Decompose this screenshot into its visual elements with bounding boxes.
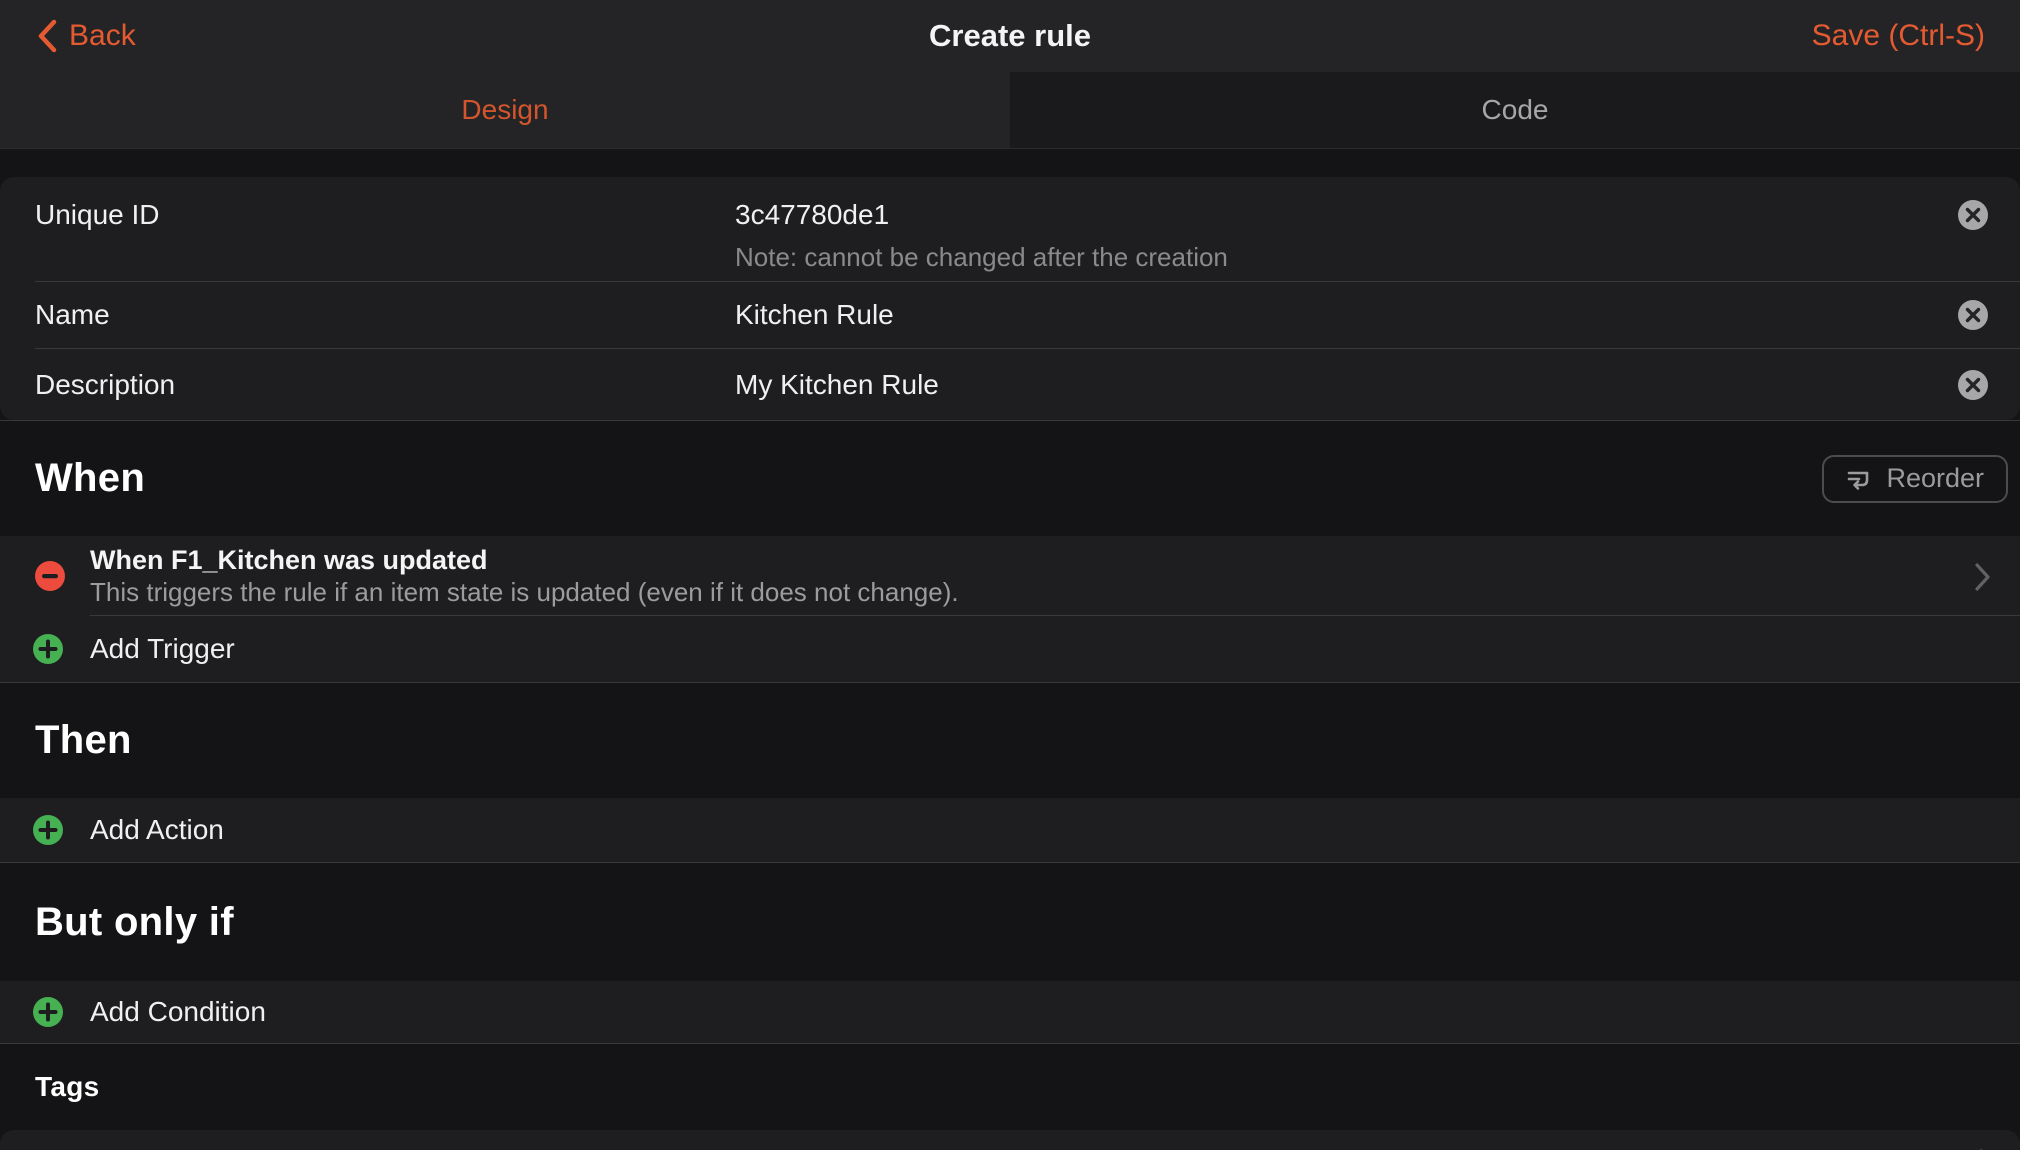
tab-code[interactable]: Code xyxy=(1010,72,2020,148)
semantic-class-label: Semantic Class xyxy=(35,1146,230,1150)
but-only-if-title: But only if xyxy=(35,900,234,945)
plus-circle-icon xyxy=(33,634,63,664)
when-title: When xyxy=(35,456,145,501)
add-action-label: Add Action xyxy=(90,814,224,846)
tabbar: Design Code xyxy=(0,72,2020,149)
name-label: Name xyxy=(35,299,735,331)
xmark-circle-icon[interactable] xyxy=(1958,370,1988,400)
when-section-header: When Reorder xyxy=(0,421,2020,536)
but-only-if-section-header: But only if xyxy=(0,863,2020,981)
reorder-icon xyxy=(1846,467,1872,491)
trigger-row[interactable]: When F1_Kitchen was updated This trigger… xyxy=(0,536,2020,615)
chevron-right-icon xyxy=(1974,562,1992,592)
unique-id-label: Unique ID xyxy=(35,193,735,281)
back-button[interactable]: Back xyxy=(35,19,136,53)
then-section-header: Then xyxy=(0,683,2020,798)
minus-circle-icon[interactable] xyxy=(35,561,65,591)
tab-design[interactable]: Design xyxy=(0,72,1010,148)
unique-id-row: Unique ID 3c47780de1 Note: cannot be cha… xyxy=(0,177,2020,281)
semantic-class-value: None xyxy=(1858,1146,1925,1150)
triggers-card: When F1_Kitchen was updated This trigger… xyxy=(0,536,2020,682)
save-button[interactable]: Save (Ctrl-S) xyxy=(1812,19,1985,53)
unique-id-note: Note: cannot be changed after the creati… xyxy=(735,237,1228,277)
plus-circle-icon xyxy=(33,815,63,845)
then-title: Then xyxy=(35,718,132,763)
description-row: Description My Kitchen Rule xyxy=(0,349,2020,420)
trigger-title: When F1_Kitchen was updated xyxy=(90,543,959,577)
navbar: Back Create rule Save (Ctrl-S) xyxy=(0,0,2020,72)
description-input[interactable]: My Kitchen Rule xyxy=(735,369,939,401)
name-row: Name Kitchen Rule xyxy=(0,282,2020,348)
rule-identity-card: Unique ID 3c47780de1 Note: cannot be cha… xyxy=(0,177,2020,420)
add-trigger-button[interactable]: Add Trigger xyxy=(0,616,2020,682)
trigger-description: This triggers the rule if an item state … xyxy=(90,577,959,608)
reorder-label: Reorder xyxy=(1886,463,1984,494)
actions-card: Add Action xyxy=(0,798,2020,862)
conditions-card: Add Condition xyxy=(0,981,2020,1043)
xmark-circle-icon[interactable] xyxy=(1958,300,1988,330)
name-input[interactable]: Kitchen Rule xyxy=(735,299,894,331)
plus-circle-icon xyxy=(33,997,63,1027)
back-label: Back xyxy=(69,19,136,53)
unique-id-input[interactable]: 3c47780de1 xyxy=(735,193,1228,237)
tags-title: Tags xyxy=(35,1071,99,1103)
description-label: Description xyxy=(35,369,735,401)
add-trigger-label: Add Trigger xyxy=(90,633,235,665)
chevron-left-icon xyxy=(35,19,59,53)
semantic-class-row[interactable]: Semantic Class None xyxy=(0,1130,2020,1150)
add-action-button[interactable]: Add Action xyxy=(0,798,2020,862)
page-title: Create rule xyxy=(0,18,2020,54)
reorder-button[interactable]: Reorder xyxy=(1822,455,2008,503)
tags-card: Semantic Class None xyxy=(0,1130,2020,1150)
add-condition-button[interactable]: Add Condition xyxy=(0,981,2020,1043)
add-condition-label: Add Condition xyxy=(90,996,266,1028)
xmark-circle-icon[interactable] xyxy=(1958,200,1988,230)
tags-section-header: Tags xyxy=(0,1044,2020,1130)
rule-form-content: Unique ID 3c47780de1 Note: cannot be cha… xyxy=(0,149,2020,1150)
create-rule-screen: Back Create rule Save (Ctrl-S) Design Co… xyxy=(0,0,2020,1150)
